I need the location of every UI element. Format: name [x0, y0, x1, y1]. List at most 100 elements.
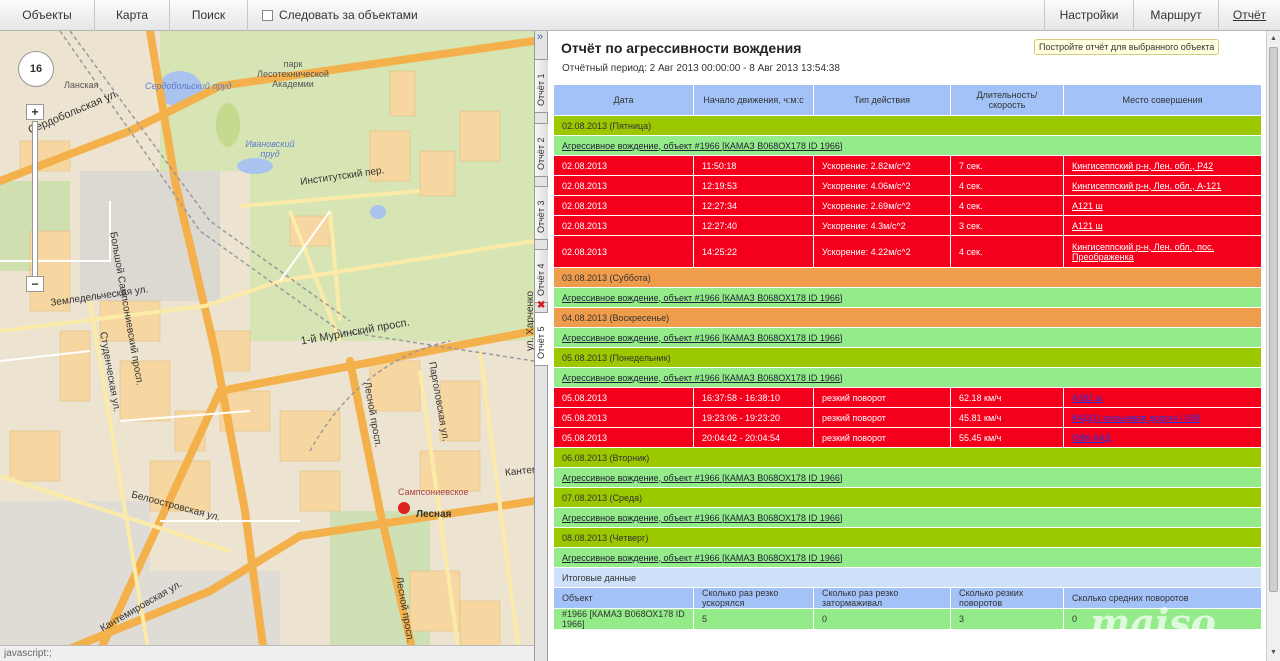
- column-header: Тип действия: [813, 84, 951, 116]
- event-cell: 7 сек.: [950, 155, 1064, 176]
- object-row: Агрессивное вождение, объект #1966 [КАМА…: [553, 467, 1262, 488]
- event-cell: 12:19:53: [693, 175, 814, 196]
- object-link[interactable]: Агрессивное вождение, объект #1966 [КАМА…: [562, 553, 842, 563]
- status-bar: javascript:;: [0, 645, 534, 661]
- event-cell: 11:50:18: [693, 155, 814, 176]
- event-cell: 62.18 км/ч: [950, 387, 1064, 408]
- scroll-thumb[interactable]: [1269, 47, 1278, 592]
- day-row: 02.08.2013 (Пятница): [553, 115, 1262, 136]
- map-view[interactable]: Сердобольский пруд Сердобольская ул. Лан…: [0, 31, 534, 661]
- day-row: 08.08.2013 (Четверг): [553, 527, 1262, 548]
- scroll-up-icon[interactable]: ▲: [1268, 33, 1279, 45]
- tab-report-2[interactable]: Отчёт 2: [535, 123, 549, 177]
- summary-label: Итоговые данные: [553, 567, 1262, 588]
- column-header: Длительность/ скорость: [950, 84, 1064, 116]
- event-cell: 02.08.2013: [553, 195, 694, 216]
- column-header: Место совершения: [1063, 84, 1262, 116]
- report-button[interactable]: Отчёт: [1218, 0, 1280, 31]
- report-hint: Постройте отчёт для выбранного объекта: [1034, 39, 1220, 55]
- tab-report-3[interactable]: Отчёт 3: [535, 186, 549, 240]
- object-row: Агрессивное вождение, объект #1966 [КАМА…: [553, 507, 1262, 528]
- location-link[interactable]: КАД(1) кольцевая дорога / 008: [1072, 413, 1200, 423]
- event-row: 02.08.2013 12:27:34 Ускорение: 2.69м/с^2 4 …: [553, 195, 1262, 216]
- event-cell: 05.08.2013: [553, 407, 694, 428]
- summary-header: Сколько раз резко затормаживал: [813, 587, 951, 609]
- object-row: Агрессивное вождение, объект #1966 [КАМА…: [553, 367, 1262, 388]
- map-label-lanskaya: Ланская: [64, 80, 99, 90]
- search-button[interactable]: Поиск: [170, 0, 248, 31]
- event-cell: 16:37:58 - 16:38:10: [693, 387, 814, 408]
- object-link[interactable]: Агрессивное вождение, объект #1966 [КАМА…: [562, 293, 842, 303]
- top-toolbar: Объекты Карта Поиск Следовать за объекта…: [0, 0, 1280, 31]
- route-button[interactable]: Маршрут: [1133, 0, 1218, 31]
- event-cell: 05.08.2013: [553, 387, 694, 408]
- day-label: 04.08.2013 (Воскресенье): [553, 307, 1262, 328]
- day-row: 07.08.2013 (Среда): [553, 487, 1262, 508]
- follow-checkbox[interactable]: [262, 10, 273, 21]
- event-cell: 3 сек.: [950, 215, 1064, 236]
- event-row: 05.08.2013 19:23:06 - 19:23:20 резкий пово…: [553, 407, 1262, 428]
- event-row: 05.08.2013 20:04:42 - 20:04:54 резкий пово…: [553, 427, 1262, 448]
- event-cell: 4 сек.: [950, 175, 1064, 196]
- map-label-park: парк Лесотехнической Академии: [257, 59, 329, 89]
- report-period: Отчётный период: 2 Авг 2013 00:00:00 - 8…: [562, 63, 840, 74]
- report-panel: Отчёт по агрессивности вождения Отчётный…: [548, 31, 1266, 661]
- follow-label: Следовать за объектами: [279, 8, 418, 22]
- event-cell: 02.08.2013: [553, 155, 694, 176]
- report-title: Отчёт по агрессивности вождения: [561, 40, 802, 56]
- tab-report-4[interactable]: Отчёт 4: [535, 249, 549, 303]
- event-cell: резкий поворот: [813, 427, 951, 448]
- summary-label-row: Итоговые данные: [553, 567, 1262, 588]
- event-cell: 45.81 км/ч: [950, 407, 1064, 428]
- map-button[interactable]: Карта: [95, 0, 170, 31]
- location-link[interactable]: А121 ш: [1072, 221, 1103, 231]
- event-cell: 12:27:34: [693, 195, 814, 216]
- zoom-in-button[interactable]: +: [26, 104, 44, 120]
- report-scrollbar[interactable]: ▲ ▼: [1266, 31, 1280, 661]
- map-label-lesnaya-metro: Лесная: [416, 509, 452, 520]
- event-cell: резкий поворот: [813, 387, 951, 408]
- zoom-slider[interactable]: [32, 121, 38, 281]
- location-link[interactable]: А121 ш: [1072, 201, 1103, 211]
- report-table: Дата Начало движения, ч:м:с Тип действия Дл…: [553, 84, 1262, 630]
- event-row: 02.08.2013 11:50:18 Ускорение: 2.82м/с^2 7 …: [553, 155, 1262, 176]
- location-link[interactable]: А181 ш: [1072, 393, 1103, 403]
- object-link[interactable]: Агрессивное вождение, объект #1966 [КАМА…: [562, 513, 842, 523]
- object-link[interactable]: Агрессивное вождение, объект #1966 [КАМА…: [562, 333, 842, 343]
- object-link[interactable]: Агрессивное вождение, объект #1966 [КАМА…: [562, 141, 842, 151]
- map-label-ivanovsky-pond: Ивановский пруд: [245, 139, 295, 159]
- map-canvas: [0, 31, 534, 661]
- zoom-out-button[interactable]: −: [26, 276, 44, 292]
- zoom-level-indicator: 16: [18, 51, 54, 87]
- summary-cell: 3: [950, 608, 1064, 630]
- day-label: 08.08.2013 (Четверг): [553, 527, 1262, 548]
- location-link[interactable]: Кингисеппский р-н, Лен. обл., А-121: [1072, 181, 1221, 191]
- collapse-panel-icon[interactable]: »: [537, 31, 543, 43]
- location-link[interactable]: Кингисеппский р-н, Лен. обл., Р42: [1072, 161, 1213, 171]
- day-row: 05.08.2013 (Понедельник): [553, 347, 1262, 368]
- event-cell: Ускорение: 4.06м/с^2: [813, 175, 951, 196]
- scroll-down-icon[interactable]: ▼: [1268, 647, 1279, 659]
- objects-button[interactable]: Объекты: [0, 0, 95, 31]
- event-cell: Ускорение: 2.82м/с^2: [813, 155, 951, 176]
- map-label-sampsonievskoe: Сампсониевское: [398, 487, 469, 497]
- object-row: Агрессивное вождение, объект #1966 [КАМА…: [553, 287, 1262, 308]
- tab-report-1[interactable]: Отчёт 1: [535, 59, 549, 113]
- tab-report-5[interactable]: Отчёт 5: [535, 312, 549, 366]
- event-cell: 19:23:06 - 19:23:20: [693, 407, 814, 428]
- settings-button[interactable]: Настройки: [1044, 0, 1133, 31]
- follow-objects-toggle[interactable]: Следовать за объектами: [262, 0, 418, 31]
- object-link[interactable]: Агрессивное вождение, объект #1966 [КАМА…: [562, 373, 842, 383]
- day-label: 06.08.2013 (Вторник): [553, 447, 1262, 468]
- summary-cell: 0: [813, 608, 951, 630]
- column-header: Начало движения, ч:м:с: [693, 84, 814, 116]
- event-cell: 05.08.2013: [553, 427, 694, 448]
- object-row: Агрессивное вождение, объект #1966 [КАМА…: [553, 327, 1262, 348]
- location-link[interactable]: Кингисеппский р-н, Лен. обл., пос. Преоб…: [1072, 242, 1214, 262]
- location-link[interactable]: ОВК-КАД: [1072, 433, 1111, 443]
- day-row: 04.08.2013 (Воскресенье): [553, 307, 1262, 328]
- summary-header: Сколько раз резко ускорялся: [693, 587, 814, 609]
- close-tab-icon[interactable]: ✖: [537, 300, 545, 311]
- day-label: 02.08.2013 (Пятница): [553, 115, 1262, 136]
- object-link[interactable]: Агрессивное вождение, объект #1966 [КАМА…: [562, 473, 842, 483]
